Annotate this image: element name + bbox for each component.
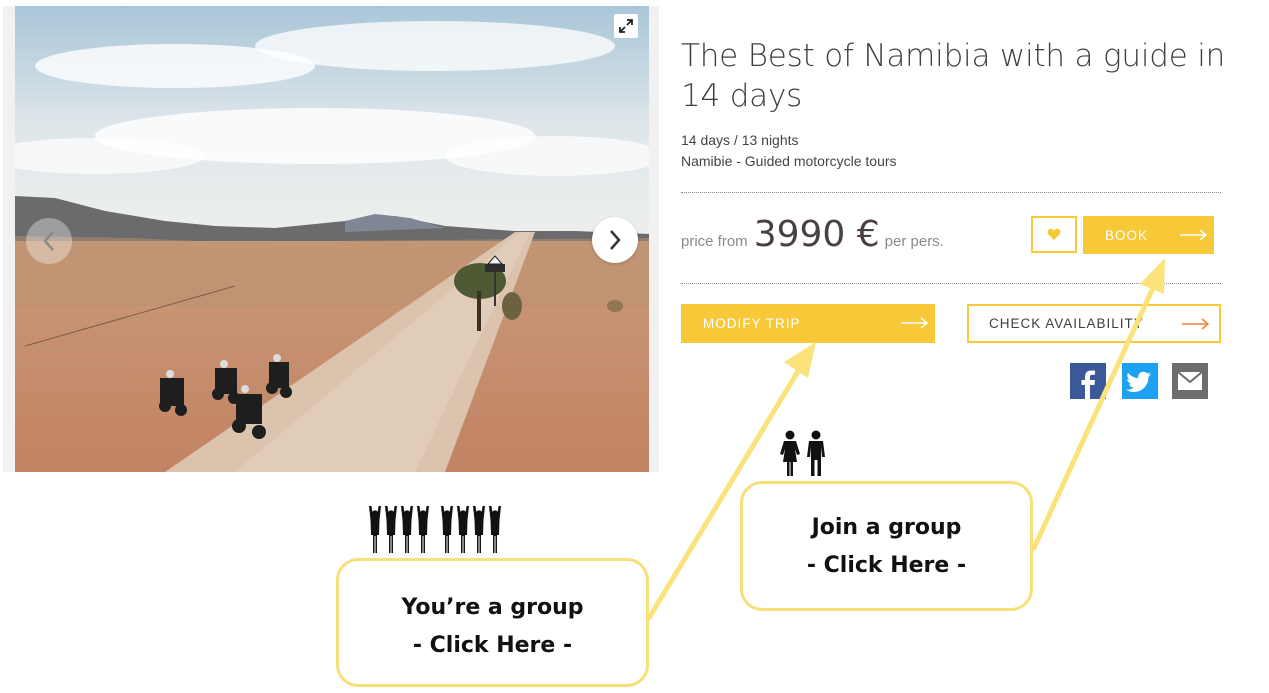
chevron-right-icon bbox=[610, 230, 621, 250]
previous-photo-button[interactable] bbox=[26, 218, 72, 264]
book-button-label: BOOK bbox=[1105, 227, 1149, 243]
private-group-callout[interactable]: You’re a group - Click Here - bbox=[336, 558, 649, 687]
next-photo-button[interactable] bbox=[592, 217, 638, 263]
facebook-icon[interactable] bbox=[1070, 363, 1106, 399]
check-availability-label: CHECK AVAILABILITY bbox=[989, 316, 1144, 331]
favorite-button[interactable] bbox=[1031, 216, 1077, 253]
expand-photo-button[interactable] bbox=[614, 14, 638, 38]
trip-category: Namibie - Guided motorcycle tours bbox=[681, 153, 897, 169]
join-group-cta: - Click Here - bbox=[806, 553, 967, 578]
price-prefix: price from bbox=[681, 233, 748, 250]
check-availability-button[interactable]: CHECK AVAILABILITY bbox=[967, 304, 1221, 343]
divider bbox=[681, 192, 1221, 193]
arrow-right-icon bbox=[1182, 318, 1210, 330]
heart-icon bbox=[1047, 228, 1061, 240]
arrow-right-icon bbox=[901, 317, 929, 329]
trip-duration: 14 days / 13 nights bbox=[681, 132, 799, 148]
trip-meta: 14 days / 13 nights Namibie - Guided mot… bbox=[681, 130, 897, 172]
join-group-callout[interactable]: Join a group - Click Here - bbox=[740, 481, 1033, 611]
private-group-title: You’re a group bbox=[401, 595, 584, 620]
arrow-right-icon bbox=[1180, 229, 1208, 241]
couple-people-icon bbox=[780, 430, 825, 476]
book-button[interactable]: BOOK bbox=[1083, 216, 1214, 254]
divider bbox=[681, 283, 1221, 284]
group-people-icon bbox=[369, 506, 501, 553]
price-suffix: per pers. bbox=[884, 233, 944, 250]
chevron-left-icon bbox=[43, 231, 54, 251]
modify-trip-button[interactable]: MODIFY TRIP bbox=[681, 304, 935, 343]
price-amount: 3990 € bbox=[753, 214, 880, 255]
price: price from 3990 € per pers. bbox=[681, 214, 944, 258]
email-icon[interactable] bbox=[1172, 363, 1208, 399]
expand-icon bbox=[619, 19, 633, 33]
private-group-cta: - Click Here - bbox=[412, 633, 573, 658]
twitter-icon[interactable] bbox=[1122, 363, 1158, 399]
join-group-title: Join a group bbox=[811, 515, 962, 540]
modify-trip-label: MODIFY TRIP bbox=[703, 316, 801, 331]
trip-title: The Best of Namibia with a guide in 14 d… bbox=[681, 38, 1226, 114]
trip-photo[interactable] bbox=[15, 6, 649, 472]
